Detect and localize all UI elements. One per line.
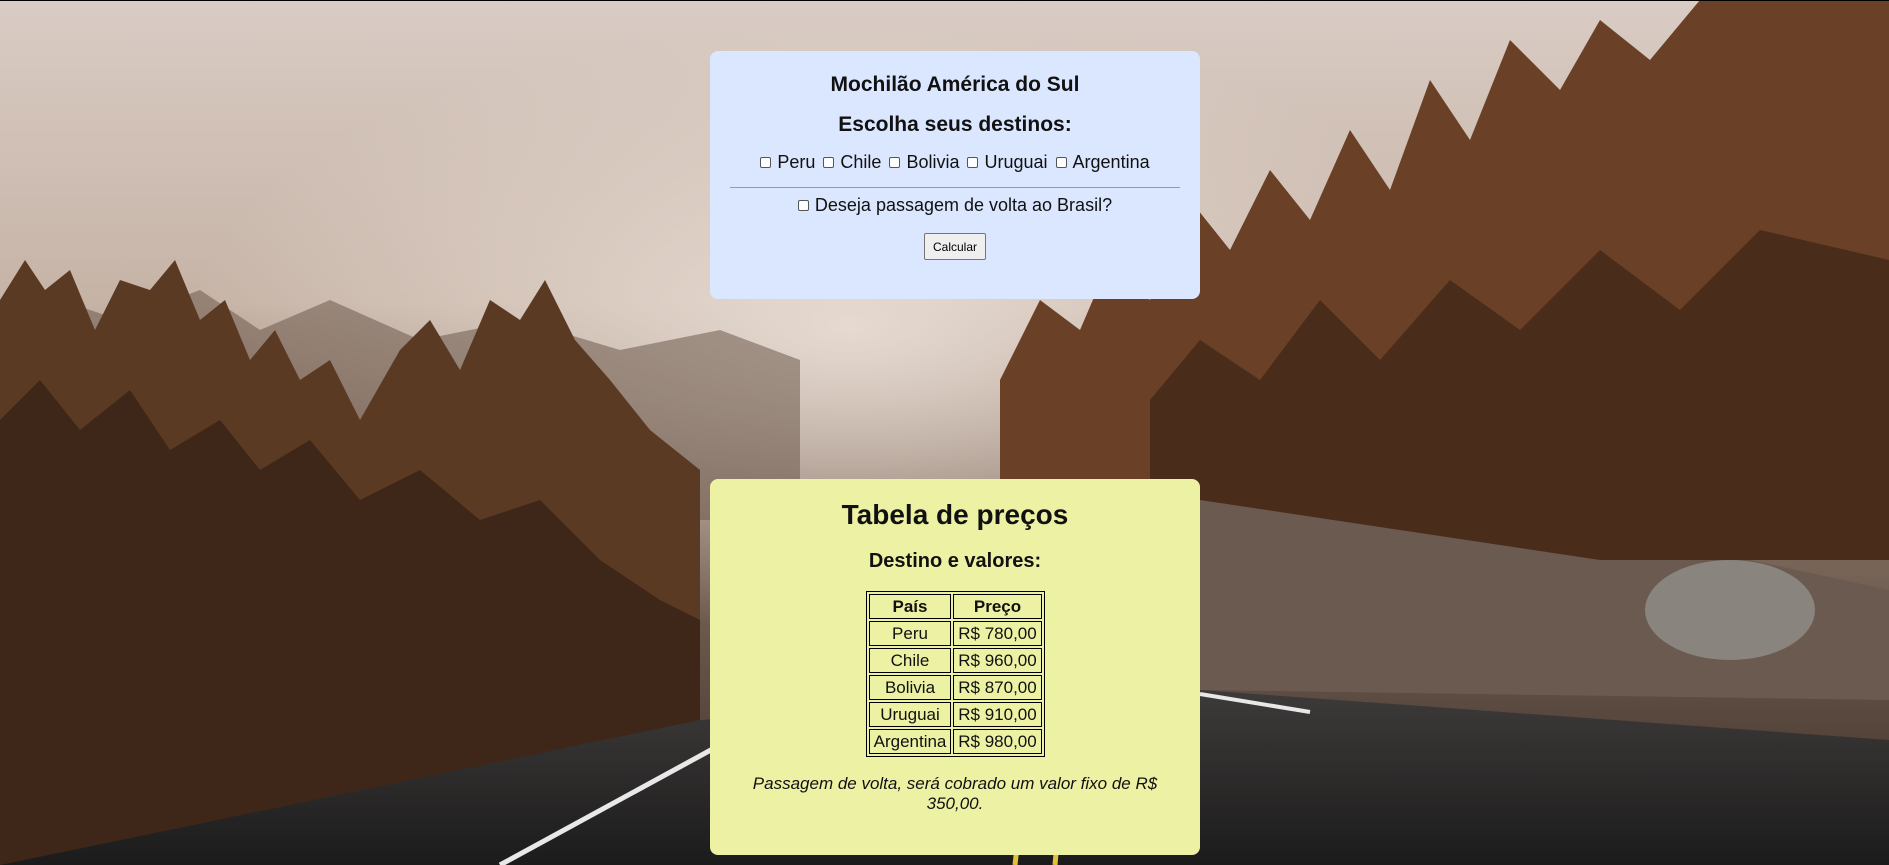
price-cell: R$ 870,00	[953, 675, 1042, 700]
country-cell: Argentina	[869, 729, 951, 754]
form-divider	[730, 187, 1180, 188]
price-cell: R$ 910,00	[953, 702, 1042, 727]
price-table-card: Tabela de preços Destino e valores: País…	[710, 479, 1200, 855]
price-table: País Preço Peru R$ 780,00 Chile R$ 960,0…	[866, 591, 1045, 757]
country-cell: Bolivia	[869, 675, 951, 700]
calculate-button[interactable]: Calcular	[924, 233, 986, 260]
destination-argentina[interactable]: Argentina	[1055, 152, 1150, 173]
table-row: Bolivia R$ 870,00	[869, 675, 1042, 700]
checkbox-return-ticket[interactable]	[797, 200, 809, 211]
checkbox-argentina[interactable]	[1055, 157, 1067, 168]
destination-chile[interactable]: Chile	[823, 152, 881, 173]
table-row: Chile R$ 960,00	[869, 648, 1042, 673]
destination-bolivia[interactable]: Bolivia	[889, 152, 959, 173]
checkbox-bolivia[interactable]	[889, 157, 901, 168]
return-ticket-label: Deseja passagem de volta ao Brasil?	[814, 195, 1113, 215]
destination-uruguai[interactable]: Uruguai	[967, 152, 1048, 173]
destination-checkboxes: Peru Chile Bolivia Uruguai Argentina	[710, 152, 1200, 173]
destination-peru[interactable]: Peru	[760, 152, 815, 173]
return-ticket-option[interactable]: Deseja passagem de volta ao Brasil?	[710, 195, 1200, 216]
form-subtitle: Escolha seus destinos:	[838, 113, 1072, 136]
destination-label: Uruguai	[984, 152, 1048, 172]
country-cell: Peru	[869, 621, 951, 646]
checkbox-peru[interactable]	[760, 157, 772, 168]
destination-label: Peru	[777, 152, 816, 172]
price-cell: R$ 780,00	[953, 621, 1042, 646]
destination-form: Mochilão América do Sul Escolha seus des…	[710, 51, 1200, 299]
price-cell: R$ 960,00	[953, 648, 1042, 673]
price-cell: R$ 980,00	[953, 729, 1042, 754]
form-title: Mochilão América do Sul	[830, 73, 1080, 96]
checkbox-chile[interactable]	[823, 157, 835, 168]
country-cell: Chile	[869, 648, 951, 673]
price-title: Tabela de preços	[841, 499, 1069, 530]
country-cell: Uruguai	[869, 702, 951, 727]
table-header-row: País Preço	[869, 594, 1042, 619]
price-subtitle: Destino e valores:	[868, 550, 1042, 572]
return-ticket-note: Passagem de volta, será cobrado um valor…	[752, 774, 1158, 813]
destination-label: Bolivia	[906, 152, 960, 172]
table-row: Argentina R$ 980,00	[869, 729, 1042, 754]
column-header-price: Preço	[953, 594, 1042, 619]
destination-label: Argentina	[1072, 152, 1150, 172]
column-header-country: País	[869, 594, 951, 619]
destination-label: Chile	[840, 152, 882, 172]
table-row: Peru R$ 780,00	[869, 621, 1042, 646]
table-row: Uruguai R$ 910,00	[869, 702, 1042, 727]
checkbox-uruguai[interactable]	[967, 157, 979, 168]
